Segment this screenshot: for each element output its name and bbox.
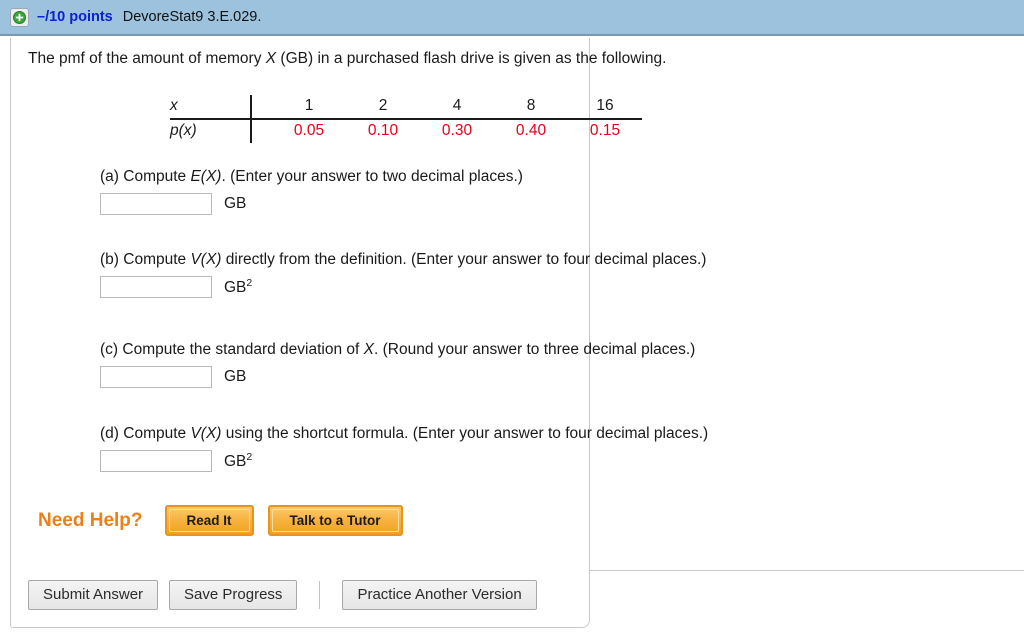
p-value-cell: 0.15 (589, 122, 621, 139)
row-header-x: x (170, 95, 251, 120)
answer-input-d[interactable] (100, 450, 212, 472)
question-d-expression: V(X) (190, 425, 222, 442)
answer-row-a: GB (100, 193, 523, 215)
talk-to-a-tutor-button-label: Talk to a Tutor (271, 509, 399, 532)
unit-label-c: GB (224, 368, 246, 386)
x-value-cell: 1 (250, 95, 346, 120)
unit-text-c: GB (224, 368, 247, 385)
answer-row-c: GB (100, 366, 695, 388)
x-value-cell: 2 (346, 95, 420, 120)
assignment-id: DevoreStat9 3.E.029. (122, 9, 262, 25)
answer-row-b: GB2 (100, 276, 706, 298)
talk-to-a-tutor-button[interactable]: Talk to a Tutor (267, 505, 403, 536)
answer-input-c[interactable] (100, 366, 212, 388)
question-c-prompt: (c) Compute the standard deviation of X.… (100, 341, 695, 359)
need-help-section: Need Help? Read It Talk to a Tutor (38, 505, 417, 536)
unit-text-d: GB (224, 453, 247, 471)
submit-answer-button[interactable]: Submit Answer (28, 580, 159, 610)
problem-statement-part2: (GB) in a purchased flash drive is given… (276, 50, 667, 67)
question-d: (d) Compute V(X) using the shortcut form… (100, 425, 708, 472)
question-d-label: (d) Compute (100, 425, 191, 442)
unit-exponent-b: 2 (246, 276, 253, 289)
unit-label-a: GB (224, 195, 246, 213)
practice-another-version-button[interactable]: Practice Another Version (342, 580, 537, 610)
question-a: (a) Compute E(X). (Enter your answer to … (100, 168, 523, 215)
p-value-cell: 0.30 (441, 122, 473, 139)
unit-text-a: GB (224, 195, 247, 212)
question-d-instructions: using the shortcut formula. (Enter your … (221, 425, 709, 442)
save-progress-button[interactable]: Save Progress (169, 580, 298, 610)
plus-circle-icon[interactable] (10, 7, 29, 27)
action-buttons-row: Submit Answer Save Progress Practice Ano… (28, 580, 537, 610)
row-header-px: p(x) (170, 122, 197, 139)
button-divider (319, 581, 321, 609)
answer-input-a[interactable] (100, 193, 212, 215)
need-help-label: Need Help? (38, 509, 143, 531)
points-label: –/10 points (37, 9, 113, 25)
answer-input-b[interactable] (100, 276, 212, 298)
question-b-label: (b) Compute (100, 251, 191, 268)
question-c-label: (c) Compute the standard deviation of (100, 341, 364, 358)
assignment-header-bar: –/10 points DevoreStat9 3.E.029. (0, 0, 1024, 36)
problem-variable-x: X (265, 50, 277, 67)
p-value-cell: 0.40 (515, 122, 547, 139)
table-row-x: x 1 2 4 8 16 (170, 95, 642, 120)
unit-text-b: GB (224, 279, 247, 297)
right-side-panel (590, 570, 1024, 630)
question-b-instructions: directly from the definition. (Enter you… (221, 251, 707, 268)
unit-label-d: GB2 (224, 451, 252, 471)
question-d-prompt: (d) Compute V(X) using the shortcut form… (100, 425, 708, 443)
question-a-label: (a) Compute (100, 168, 191, 185)
answer-row-d: GB2 (100, 450, 708, 472)
question-b-prompt: (b) Compute V(X) directly from the defin… (100, 251, 706, 269)
p-value-cell: 0.05 (250, 119, 346, 143)
question-a-instructions: . (Enter your answer to two decimal plac… (221, 168, 523, 185)
unit-label-b: GB2 (224, 277, 252, 297)
problem-statement-part1: The pmf of the amount of memory (28, 50, 266, 67)
read-it-button-label: Read It (168, 509, 250, 532)
unit-exponent-d: 2 (246, 450, 253, 463)
x-value-cell: 16 (568, 95, 642, 120)
question-b: (b) Compute V(X) directly from the defin… (100, 251, 706, 298)
problem-statement: The pmf of the amount of memory X (GB) i… (28, 50, 666, 68)
x-value-cell: 4 (420, 95, 494, 120)
question-a-prompt: (a) Compute E(X). (Enter your answer to … (100, 168, 523, 186)
table-row-px: p(x) 0.05 0.10 0.30 0.40 0.15 (170, 119, 642, 143)
question-c-expression: X (363, 341, 374, 358)
x-value-cell: 8 (494, 95, 568, 120)
question-a-expression: E(X) (190, 168, 222, 185)
read-it-button[interactable]: Read It (164, 505, 254, 536)
question-c: (c) Compute the standard deviation of X.… (100, 341, 695, 388)
question-c-instructions: . (Round your answer to three decimal pl… (374, 341, 696, 358)
question-b-expression: V(X) (190, 251, 222, 268)
p-value-cell: 0.10 (367, 122, 399, 139)
pmf-table: x 1 2 4 8 16 p(x) 0.05 0.10 0.30 0.40 0.… (170, 95, 642, 143)
